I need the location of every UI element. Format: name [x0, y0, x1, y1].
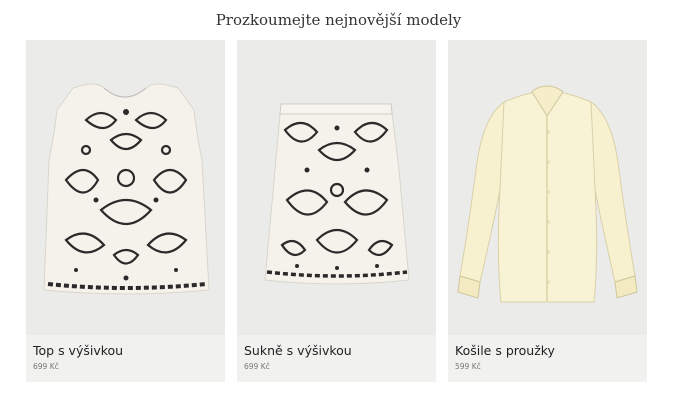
product-price: 699 Kč — [244, 362, 270, 371]
product-name[interactable]: Sukně s výšivkou — [244, 343, 352, 358]
section-title: Prozkoumejte nejnovější modely — [215, 11, 462, 29]
product-card-top[interactable]: Top s výšivkou 699 Kč — [26, 40, 225, 382]
product-info: Sukně s výšivkou 699 Kč — [237, 335, 436, 382]
embroidered-skirt-image[interactable] — [237, 40, 436, 335]
product-card-shirt[interactable]: Košile s proužky 599 Kč — [448, 40, 647, 382]
striped-shirt-image[interactable] — [448, 40, 647, 335]
product-price: 599 Kč — [455, 362, 481, 371]
embroidered-top-image[interactable] — [26, 40, 225, 335]
product-name[interactable]: Košile s proužky — [455, 343, 555, 358]
product-info: Košile s proužky 599 Kč — [448, 335, 647, 382]
product-name[interactable]: Top s výšivkou — [33, 343, 123, 358]
product-card-skirt[interactable]: Sukně s výšivkou 699 Kč — [237, 40, 436, 382]
product-price: 699 Kč — [33, 362, 59, 371]
product-info: Top s výšivkou 699 Kč — [26, 335, 225, 382]
